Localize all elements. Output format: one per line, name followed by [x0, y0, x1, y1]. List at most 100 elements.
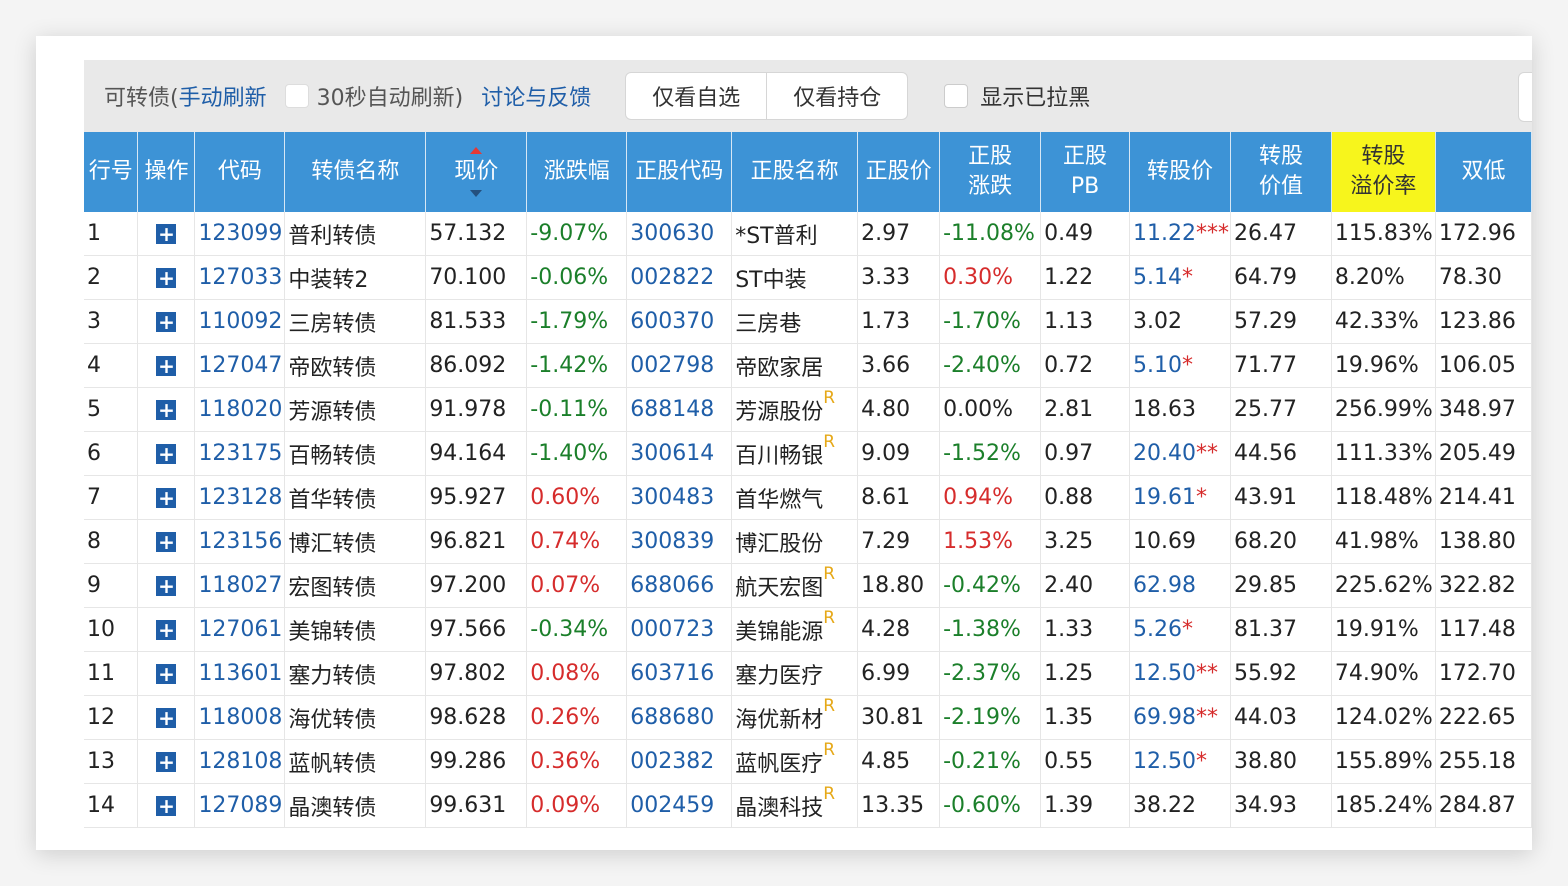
column-header-14[interactable]: 双低: [1435, 132, 1532, 212]
stock-price: 18.80: [857, 563, 941, 608]
column-header-10[interactable]: 正股 PB: [1040, 132, 1131, 212]
table-row[interactable]: 13 +128108 蓝帆转债 99.286 0.36% 002382 蓝帆医疗R 4.85-…: [84, 739, 1532, 784]
stock-name: ST中装: [731, 255, 859, 300]
bond-code-link[interactable]: 123099: [194, 212, 286, 256]
margin-trading-badge: R: [823, 739, 836, 760]
conversion-premium: 19.96%: [1331, 343, 1436, 388]
stock-change: 1.53%: [939, 519, 1042, 564]
bond-code-link[interactable]: 127047: [194, 343, 286, 388]
feedback-link[interactable]: 讨论与反馈: [481, 80, 591, 112]
bond-price: 97.566: [425, 607, 528, 652]
add-watchlist-icon[interactable]: +: [156, 444, 177, 464]
table-row[interactable]: 6 +123175 百畅转债 94.164 -1.40% 300614 百川畅银R 9.09-…: [84, 431, 1532, 476]
bond-change: -1.42%: [526, 343, 628, 388]
auto-refresh-checkbox[interactable]: [284, 84, 309, 108]
stock-code-link[interactable]: 688148: [626, 387, 733, 432]
add-watchlist-icon[interactable]: +: [156, 708, 177, 728]
bond-code-link[interactable]: 118027: [194, 563, 286, 608]
column-header-9[interactable]: 正股 涨跌: [939, 132, 1042, 212]
bond-code-link[interactable]: 127033: [194, 255, 286, 300]
add-watchlist-icon[interactable]: +: [156, 796, 177, 816]
double-low: 172.70: [1435, 651, 1532, 696]
stock-code-link[interactable]: 603716: [626, 651, 733, 696]
bond-code-link[interactable]: 118020: [194, 387, 286, 432]
stock-code-link[interactable]: 600370: [626, 299, 733, 344]
column-header-7[interactable]: 正股名称: [731, 132, 859, 212]
bond-code-link[interactable]: 113601: [194, 651, 286, 696]
bond-code-link[interactable]: 118008: [194, 695, 286, 740]
table-row[interactable]: 3 +110092 三房转债 81.533 -1.79% 600370 三房巷 1.73 -1.…: [84, 299, 1532, 344]
table-row[interactable]: 4 +127047 帝欧转债 86.092 -1.42% 002798 帝欧家居 3.66 -2…: [84, 343, 1532, 388]
column-header-8[interactable]: 正股价: [857, 132, 941, 212]
stock-code-link[interactable]: 300483: [626, 475, 733, 520]
bond-price: 99.286: [425, 739, 528, 784]
add-watchlist-icon[interactable]: +: [156, 664, 177, 684]
stock-change: 0.30%: [939, 255, 1042, 300]
stock-code-link[interactable]: 002798: [626, 343, 733, 388]
table-row[interactable]: 12 +118008 海优转债 98.628 0.26% 688680 海优新材R 30.81…: [84, 695, 1532, 740]
column-header-6[interactable]: 正股代码: [626, 132, 733, 212]
show-blacklisted-toggle[interactable]: 显示已拉黑: [944, 80, 1090, 112]
conversion-premium: 124.02%: [1331, 695, 1436, 740]
add-watchlist-icon[interactable]: +: [156, 224, 177, 244]
stock-code-link[interactable]: 300630: [626, 212, 733, 256]
search-input[interactable]: [1518, 72, 1532, 122]
bond-name: 美锦转债: [284, 607, 427, 652]
stock-change: -0.21%: [939, 739, 1042, 784]
stock-code-link[interactable]: 688680: [626, 695, 733, 740]
column-header-4[interactable]: 现价: [425, 132, 528, 212]
stock-code-link[interactable]: 300614: [626, 431, 733, 476]
add-watchlist-icon[interactable]: +: [156, 312, 177, 332]
bond-code-link[interactable]: 127061: [194, 607, 286, 652]
bond-code-link[interactable]: 123156: [194, 519, 286, 564]
column-header-2[interactable]: 代码: [194, 132, 286, 212]
bond-code-link[interactable]: 110092: [194, 299, 286, 344]
price-adjust-marker: **: [1196, 441, 1218, 466]
table-row[interactable]: 1 +123099 普利转债 57.132 -9.07% 300630 *ST普利 2.97-…: [84, 212, 1532, 256]
stock-code-link[interactable]: 688066: [626, 563, 733, 608]
bond-code-link[interactable]: 127089: [194, 783, 286, 828]
add-watchlist-icon[interactable]: +: [156, 488, 177, 508]
column-header-1[interactable]: 操作: [137, 132, 196, 212]
show-blacklisted-label: 显示已拉黑: [980, 86, 1091, 111]
watchlist-only-button[interactable]: 仅看自选: [626, 73, 766, 119]
add-watchlist-icon[interactable]: +: [156, 532, 177, 552]
table-row[interactable]: 2 +127033 中装转2 70.100 -0.06% 002822 ST中装 3.33 0.…: [84, 255, 1532, 300]
show-blacklisted-checkbox[interactable]: [944, 84, 969, 108]
table-row[interactable]: 10 +127061 美锦转债 97.566 -0.34% 000723 美锦能源R 4.28…: [84, 607, 1532, 652]
manual-refresh-link[interactable]: 手动刷新: [179, 80, 267, 112]
table-row[interactable]: 5 +118020 芳源转债 91.978 -0.11% 688148 芳源股份R 4.80 0…: [84, 387, 1532, 432]
bond-code-link[interactable]: 123128: [194, 475, 286, 520]
stock-code-link[interactable]: 000723: [626, 607, 733, 652]
column-header-5[interactable]: 涨跌幅: [526, 132, 628, 212]
column-header-13[interactable]: 转股 溢价率: [1331, 132, 1436, 212]
column-header-11[interactable]: 转股价: [1129, 132, 1231, 212]
add-watchlist-icon[interactable]: +: [156, 752, 177, 772]
column-header-12[interactable]: 转股 价值: [1230, 132, 1332, 212]
add-watchlist-icon[interactable]: +: [156, 576, 177, 596]
add-watchlist-icon[interactable]: +: [156, 400, 177, 420]
column-header-3[interactable]: 转债名称: [284, 132, 427, 212]
stock-code-link[interactable]: 002382: [626, 739, 733, 784]
add-watchlist-icon[interactable]: +: [156, 620, 177, 640]
conversion-premium: 19.91%: [1331, 607, 1436, 652]
table-row[interactable]: 8 +123156 博汇转债 96.821 0.74% 300839 博汇股份 7.29 1.5…: [84, 519, 1532, 564]
stock-code-link[interactable]: 300839: [626, 519, 733, 564]
row-number: 10: [84, 607, 139, 652]
add-watchlist-icon[interactable]: +: [156, 356, 177, 376]
bond-code-link[interactable]: 128108: [194, 739, 286, 784]
table-row[interactable]: 14 +127089 晶澳转债 99.631 0.09% 002459 晶澳科技R 13.35…: [84, 783, 1532, 828]
bond-code-link[interactable]: 123175: [194, 431, 286, 476]
bond-price: 91.978: [425, 387, 528, 432]
table-row[interactable]: 7 +123128 首华转债 95.927 0.60% 300483 首华燃气 8.61 0.9…: [84, 475, 1532, 520]
table-row[interactable]: 11 +113601 塞力转债 97.802 0.08% 603716 塞力医疗 6.99 -2…: [84, 651, 1532, 696]
column-header-0[interactable]: 行号: [84, 132, 139, 212]
stock-price: 13.35: [857, 783, 941, 828]
add-watchlist-icon[interactable]: +: [156, 268, 177, 288]
stock-code-link[interactable]: 002459: [626, 783, 733, 828]
holdings-only-button[interactable]: 仅看持仓: [766, 73, 907, 119]
row-number: 8: [84, 519, 139, 564]
stock-code-link[interactable]: 002822: [626, 255, 733, 300]
table-row[interactable]: 9 +118027 宏图转债 97.200 0.07% 688066 航天宏图R 18.80-…: [84, 563, 1532, 608]
margin-trading-badge: R: [823, 563, 836, 584]
